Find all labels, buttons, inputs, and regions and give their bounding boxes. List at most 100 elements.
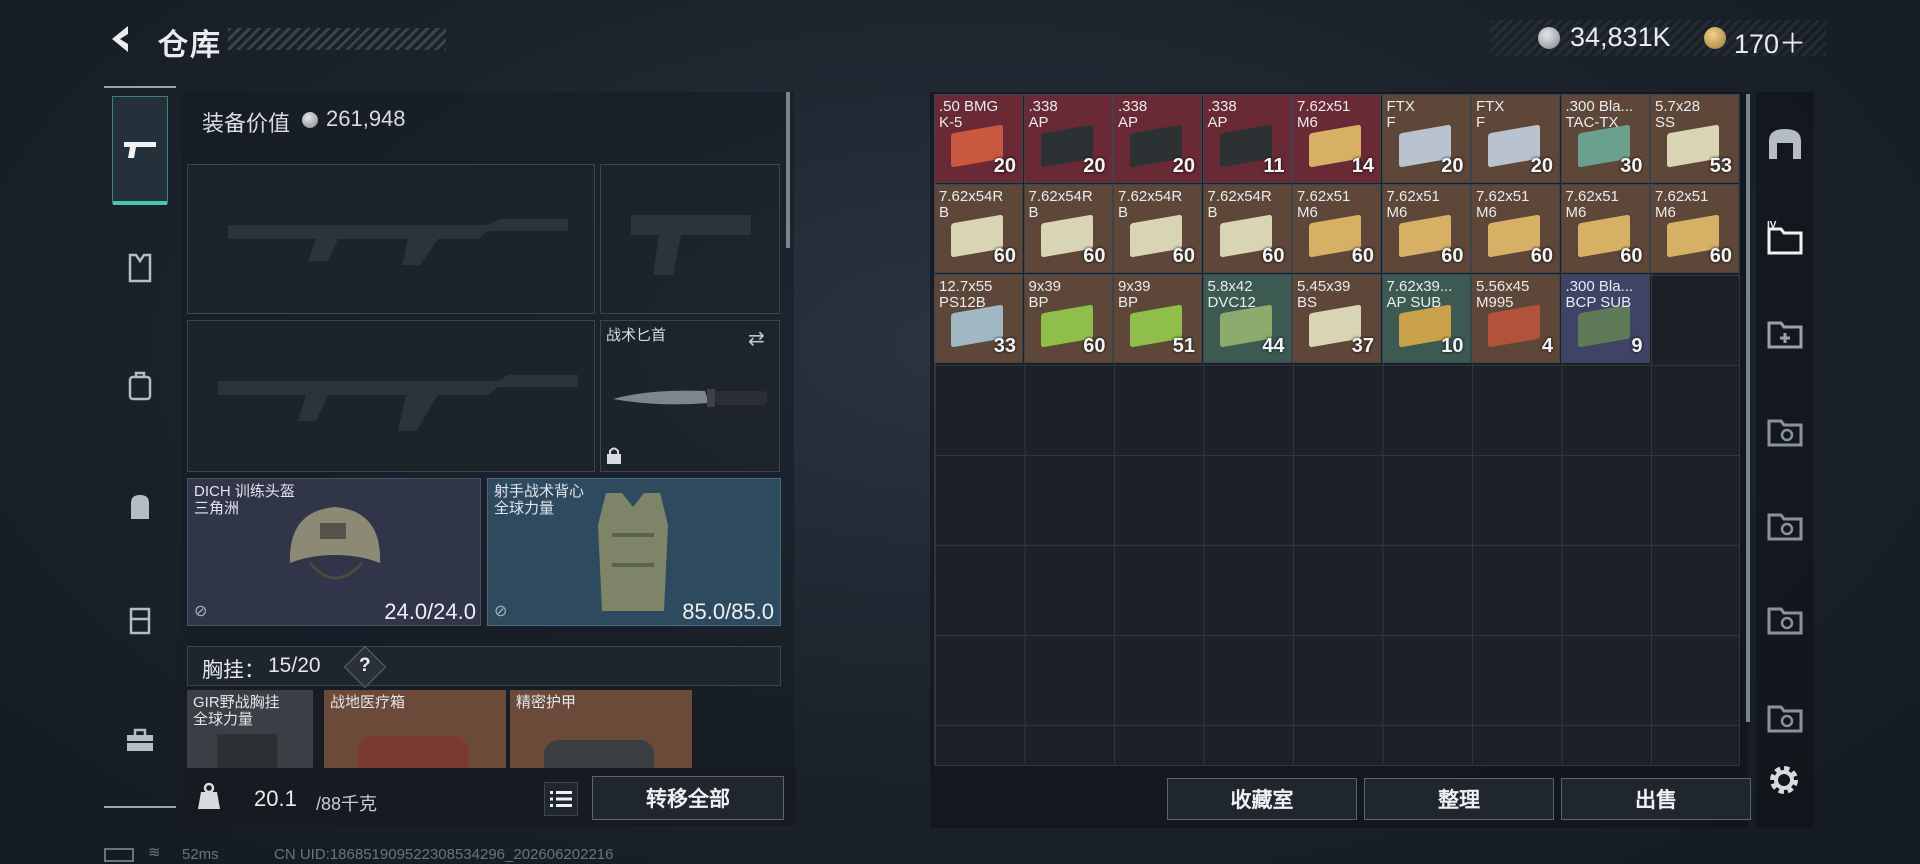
pistol-silhouette-icon	[631, 215, 751, 275]
stash-item[interactable]: 7.62x51 M6 60	[1560, 184, 1650, 273]
pistol-icon	[124, 142, 156, 158]
toolbox-icon	[127, 728, 153, 751]
helmet-slot[interactable]: DICH 训练头盔 三角洲 ⊘ 24.0/24.0	[187, 478, 481, 626]
stash-item[interactable]: FTX F 20	[1471, 94, 1560, 183]
stash-item[interactable]: .338 AP 11	[1202, 94, 1292, 183]
stash-item[interactable]: 5.8x42 DVC12 44	[1202, 274, 1292, 363]
rail-tab-pouch[interactable]	[112, 358, 168, 414]
rig-item-name: 战地医疗箱	[330, 694, 406, 711]
item-quantity: 37	[1351, 335, 1374, 357]
item-caliber: FTX F	[1386, 98, 1415, 131]
stash-item[interactable]: 7.62x51 M6 60	[1292, 184, 1381, 273]
equipment-scrollbar[interactable]	[786, 92, 790, 248]
stash-item[interactable]: 7.62x51 M6 60	[1471, 184, 1560, 273]
medkit-icon	[358, 736, 468, 768]
stash-item[interactable]: 7.62x54R B 60	[934, 184, 1023, 273]
vest-slot[interactable]: 射手战术背心 全球力量 ⊘ 85.0/85.0	[487, 478, 781, 626]
rail-tab-rig[interactable]	[112, 592, 168, 648]
rail-tab-case[interactable]	[112, 712, 168, 768]
rail-tab-backpack[interactable]	[112, 478, 168, 534]
stash-item[interactable]: 7.62x39... AP SUB 10	[1381, 274, 1471, 363]
stash-item[interactable]: 7.62x51 M6 60	[1381, 184, 1471, 273]
rig-label: 胸挂：	[202, 659, 265, 682]
stash-item[interactable]: FTX F 20	[1381, 94, 1471, 183]
stash-item[interactable]: 5.7x28 SS 53	[1650, 94, 1739, 183]
pistol-slot[interactable]	[600, 164, 780, 314]
stash-item[interactable]: 9x39 BP 60	[1023, 274, 1113, 363]
item-caliber: 5.56x45 M995	[1476, 278, 1530, 311]
stash-tab-ammo[interactable]: IV	[1760, 212, 1810, 262]
swap-icon[interactable]: ⇄	[748, 326, 765, 351]
rail-tab-weapons[interactable]	[112, 96, 168, 205]
item-caliber: 7.62x54R B	[1207, 188, 1272, 221]
folder-v-icon	[1767, 513, 1803, 541]
item-quantity: 60	[1441, 245, 1464, 267]
stash-item[interactable]: 12.7x55 PS12B 33	[934, 274, 1023, 363]
stash-item[interactable]: 5.56x45 M995 4	[1471, 274, 1560, 363]
item-quantity: 20	[993, 155, 1016, 177]
stash-item[interactable]: .338 AP 20	[1023, 94, 1113, 183]
rig-item-slot[interactable]: 战地医疗箱	[324, 690, 506, 768]
stash-tab-main[interactable]	[1760, 118, 1810, 168]
sell-button[interactable]: 出售	[1561, 778, 1751, 820]
rifle-silhouette-icon	[228, 219, 568, 265]
page-title: 仓库	[158, 29, 222, 62]
stash-item[interactable]: 7.62x54R B 60	[1023, 184, 1113, 273]
rig-item-slot[interactable]: 精密护甲	[510, 690, 692, 768]
stash-item[interactable]: .50 BMG K-5 20	[934, 94, 1023, 183]
item-caliber: .338 AP	[1207, 98, 1237, 131]
stash-item[interactable]: 7.62x54R B 60	[1113, 184, 1202, 273]
rail-divider	[104, 806, 176, 808]
secondary-weapon-slot[interactable]	[187, 320, 595, 472]
stash-item[interactable]: .300 Bla... BCP SUB 9	[1560, 274, 1650, 363]
item-quantity: 30	[1620, 155, 1643, 177]
knife-label: 战术匕首	[606, 327, 667, 344]
no-insurance-icon: ⊘	[494, 603, 508, 620]
weight-icon	[198, 782, 220, 809]
settings-gear-icon[interactable]	[1764, 760, 1804, 800]
stash-item[interactable]: .338 AP 20	[1113, 94, 1202, 183]
sort-button[interactable]: 整理	[1364, 778, 1554, 820]
stash-item[interactable]: 9x39 BP 51	[1113, 274, 1202, 363]
rig-item-faction: 全球力量	[193, 711, 254, 728]
ping-value: 52ms	[182, 846, 219, 863]
equipment-value-label: 装备价值	[202, 111, 291, 136]
medical-folder-icon	[1767, 321, 1803, 349]
collection-room-button[interactable]: 收藏室	[1167, 778, 1357, 820]
item-caliber: 7.62x54R B	[1118, 188, 1183, 221]
item-caliber: .338 AP	[1028, 98, 1058, 131]
money-value: 34,831K	[1570, 22, 1671, 52]
stash-item[interactable]: 7.62x51 M6 14	[1292, 94, 1381, 183]
silver-coin-icon	[1538, 27, 1560, 49]
stash-tab-4[interactable]	[1760, 404, 1810, 454]
list-view-button[interactable]	[544, 782, 578, 816]
item-caliber: 7.62x51 M6	[1655, 188, 1709, 221]
stash-tab-5[interactable]	[1760, 498, 1810, 548]
stash-scrollbar[interactable]	[1746, 94, 1750, 722]
stash-item[interactable]: 5.45x39 BS 37	[1292, 274, 1381, 363]
rig-item-name: 精密护甲	[516, 694, 577, 711]
item-caliber: 7.62x51 M6	[1476, 188, 1530, 221]
item-quantity: 60	[1083, 335, 1106, 357]
item-caliber: 7.62x51 M6	[1297, 98, 1351, 131]
primary-weapon-slot[interactable]	[187, 164, 595, 314]
helmet-icon	[289, 507, 381, 580]
rig-item-slot[interactable]: GIR野战胸挂 全球力量	[187, 690, 313, 768]
stash-item[interactable]: 7.62x51 M6 60	[1650, 184, 1739, 273]
stash-tab-6[interactable]	[1760, 592, 1810, 642]
backpack-icon	[131, 495, 149, 519]
back-arrow-icon[interactable]	[104, 22, 138, 56]
rail-tab-armor[interactable]	[112, 240, 168, 296]
stash-tab-7[interactable]	[1760, 690, 1810, 740]
stash-item[interactable]: .300 Bla... TAC-TX 30	[1560, 94, 1650, 183]
stash-tab-medical[interactable]	[1760, 306, 1810, 356]
item-caliber: 7.62x39... AP SUB	[1386, 278, 1453, 311]
premium-currency-button[interactable]: 170＋	[1734, 22, 1806, 61]
item-caliber: 7.62x51 M6	[1565, 188, 1619, 221]
item-quantity: 33	[993, 335, 1016, 357]
svg-text:IV: IV	[1767, 220, 1777, 231]
knife-icon	[613, 389, 767, 407]
stash-item[interactable]: 7.62x54R B 60	[1202, 184, 1292, 273]
item-caliber: .300 Bla... TAC-TX	[1565, 98, 1634, 131]
transfer-all-button[interactable]: 转移全部	[592, 776, 784, 820]
